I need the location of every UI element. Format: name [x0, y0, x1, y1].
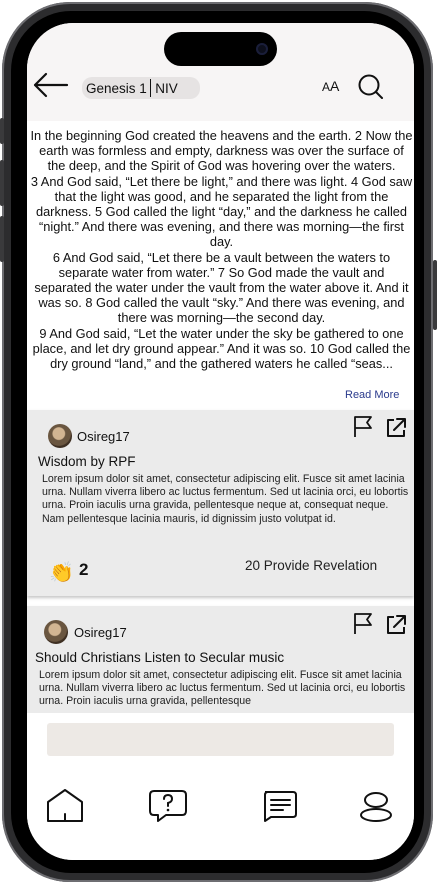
post-title[interactable]: Wisdom by RPF — [38, 454, 136, 469]
message-icon — [264, 791, 297, 822]
volume-down-button — [0, 216, 4, 262]
search-icon — [358, 74, 383, 99]
post-title[interactable]: Should Christians Listen to Secular musi… — [35, 650, 284, 665]
passage-selector[interactable]: Genesis 1 NIV — [82, 77, 200, 99]
clapping-hands-icon: 👏 — [49, 560, 74, 584]
volume-up-button — [0, 160, 4, 206]
font-size-button[interactable]: AA — [322, 78, 339, 94]
read-more-link[interactable]: Read More — [345, 389, 399, 401]
avatar[interactable] — [44, 620, 68, 644]
home-icon — [47, 789, 83, 822]
post-body: Lorem ipsum dolor sit amet, consectetur … — [39, 669, 406, 708]
external-link-icon — [387, 615, 406, 634]
flag-icon — [354, 416, 372, 437]
divider — [149, 79, 152, 97]
report-flag-button[interactable] — [353, 416, 375, 438]
flag-icon — [354, 613, 372, 634]
compose-input[interactable] — [47, 723, 394, 756]
app-screen: Genesis 1 NIV AA In the beginning God cr… — [27, 23, 414, 860]
phone-frame: Genesis 1 NIV AA In the beginning God cr… — [0, 0, 437, 885]
font-size-small-label: A — [322, 80, 331, 94]
report-flag-button[interactable] — [353, 613, 375, 635]
nav-messages[interactable] — [259, 788, 299, 824]
power-button — [433, 260, 437, 330]
nav-profile[interactable] — [357, 788, 397, 824]
back-button[interactable] — [31, 71, 69, 99]
post-username[interactable]: Osireg17 — [77, 429, 130, 444]
question-chat-icon — [149, 790, 187, 822]
nav-home[interactable] — [45, 788, 85, 824]
clap-button[interactable]: 👏 — [49, 560, 74, 584]
profile-icon — [360, 792, 392, 822]
clap-count: 2 — [79, 560, 89, 579]
search-button[interactable] — [357, 73, 385, 101]
dynamic-island — [164, 32, 277, 66]
font-size-large-label: A — [330, 78, 340, 94]
provide-revelation-button[interactable]: 20 Provide Revelation — [245, 558, 377, 573]
book-reference: Genesis 1 — [86, 80, 147, 96]
arrow-left-icon — [33, 72, 69, 98]
camera-icon — [256, 43, 268, 55]
post-username[interactable]: Osireg17 — [74, 625, 127, 640]
external-link-icon — [387, 418, 406, 437]
avatar[interactable] — [48, 424, 72, 448]
scripture-text: In the beginning God created the heavens… — [30, 128, 413, 372]
post-body: Lorem ipsum dolor sit amet, consectetur … — [42, 473, 409, 525]
share-button[interactable] — [385, 614, 407, 636]
translation-label: NIV — [155, 80, 178, 96]
nav-questions[interactable] — [148, 788, 188, 824]
silent-switch — [0, 118, 4, 144]
share-button[interactable] — [385, 417, 407, 439]
